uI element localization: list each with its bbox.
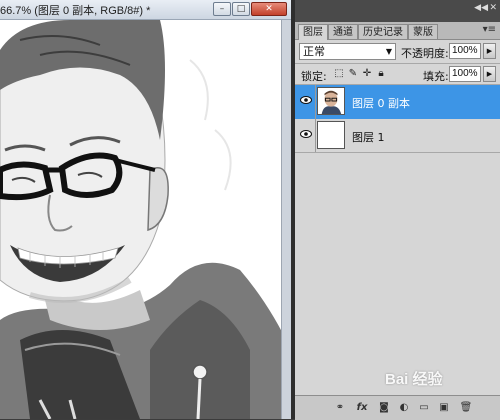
layers-panel: ◀◀ ✕ 图层 通道 历史记录 蒙版 ▾≡ 正常 ▼ 不透明度: 100% ▶ …	[295, 0, 500, 420]
restore-button[interactable]: □	[232, 2, 250, 16]
eye-icon	[300, 130, 312, 138]
visibility-toggle[interactable]	[297, 85, 316, 119]
panel-tabs: 图层 通道 历史记录 蒙版 ▾≡	[295, 22, 500, 40]
panel-menu-icon[interactable]: ▾≡	[483, 24, 496, 35]
opacity-slider-button[interactable]: ▶	[483, 43, 496, 59]
tab-history[interactable]: 历史记录	[358, 24, 408, 39]
fx-icon[interactable]: fx	[355, 401, 369, 414]
layer-name: 图层 0 副本	[352, 97, 410, 110]
mask-icon[interactable]: ◙	[377, 401, 391, 414]
image-canvas[interactable]	[0, 20, 291, 419]
opacity-label: 不透明度:	[401, 47, 449, 60]
new-layer-icon[interactable]: ▣	[437, 401, 451, 414]
panel-header: ◀◀ ✕	[295, 0, 500, 22]
opacity-input[interactable]: 100%	[449, 43, 481, 59]
layer-row-1[interactable]: 图层 1	[295, 119, 500, 153]
document-window: 66.7% (图层 0 副本, RGB/8#) * – □ ✕	[0, 0, 291, 419]
group-icon[interactable]: ▭	[417, 401, 431, 414]
document-scrollbar[interactable]	[281, 20, 291, 419]
document-titlebar[interactable]: 66.7% (图层 0 副本, RGB/8#) * – □ ✕	[0, 0, 291, 20]
blend-mode-value: 正常	[303, 45, 325, 58]
fill-input[interactable]: 100%	[449, 66, 481, 82]
eye-icon	[300, 96, 312, 104]
chevron-down-icon: ▼	[385, 47, 392, 56]
panel-close-icon[interactable]: ✕	[489, 3, 497, 13]
fill-slider-button[interactable]: ▶	[483, 66, 496, 82]
divider	[295, 63, 500, 64]
lock-image-icon[interactable]: ✎	[347, 68, 359, 80]
minimize-button[interactable]: –	[213, 2, 231, 16]
tab-channels[interactable]: 通道	[328, 24, 358, 39]
visibility-toggle[interactable]	[297, 119, 316, 152]
layer-row-copy[interactable]: 图层 0 副本	[295, 85, 500, 119]
tab-layers[interactable]: 图层	[298, 24, 328, 40]
lock-all-icon[interactable]: 🔒︎	[375, 68, 387, 80]
blend-mode-select[interactable]: 正常 ▼	[299, 43, 396, 60]
panel-bottom-toolbar: ⚭ fx ◙ ◐ ▭ ▣ 🗑︎	[295, 395, 500, 420]
layer-name: 图层 1	[352, 131, 385, 144]
tab-masks[interactable]: 蒙版	[408, 24, 438, 39]
lock-position-icon[interactable]: ✛	[361, 68, 373, 80]
layer-thumbnail	[317, 121, 345, 149]
adjustment-icon[interactable]: ◐	[397, 401, 411, 414]
watermark: Bai 经验	[385, 371, 443, 388]
lock-label: 锁定:	[301, 70, 327, 83]
document-title: 66.7% (图层 0 副本, RGB/8#) *	[0, 5, 151, 17]
collapse-icon[interactable]: ◀◀	[474, 3, 488, 13]
link-icon[interactable]: ⚭	[333, 401, 347, 414]
close-button[interactable]: ✕	[251, 2, 287, 16]
trash-icon[interactable]: 🗑︎	[459, 401, 473, 414]
layer-thumbnail	[317, 87, 345, 115]
fill-label: 填充:	[423, 70, 449, 83]
lock-transparent-icon[interactable]: ⬚	[333, 68, 345, 80]
